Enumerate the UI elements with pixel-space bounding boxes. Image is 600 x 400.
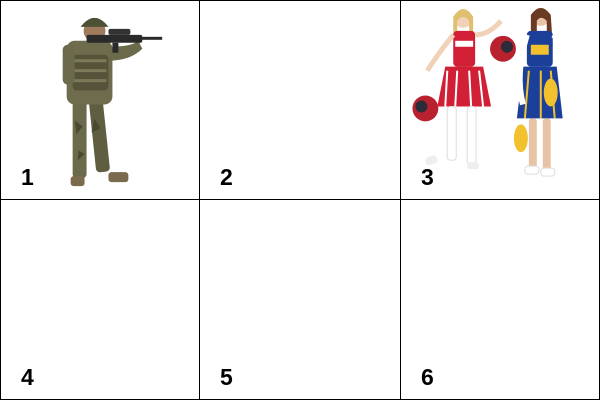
grid-cell-3[interactable]: 3 [401,1,599,200]
grid-cell-6[interactable]: 6 [401,200,599,399]
cell-number: 3 [421,164,434,190]
cell-number: 1 [21,164,34,190]
grid-cell-2[interactable]: 2 [200,1,401,200]
cell-number: 5 [220,364,233,390]
cell-number: 2 [220,164,233,190]
cell-number: 6 [421,364,434,390]
grid-cell-5[interactable]: 5 [200,200,401,399]
grid-cell-4[interactable]: 4 [1,200,200,399]
cell-number: 4 [21,364,34,390]
grid-cell-1[interactable]: 1 [1,1,200,200]
image-selection-grid: 1 2 3 4 5 6 [0,0,600,400]
